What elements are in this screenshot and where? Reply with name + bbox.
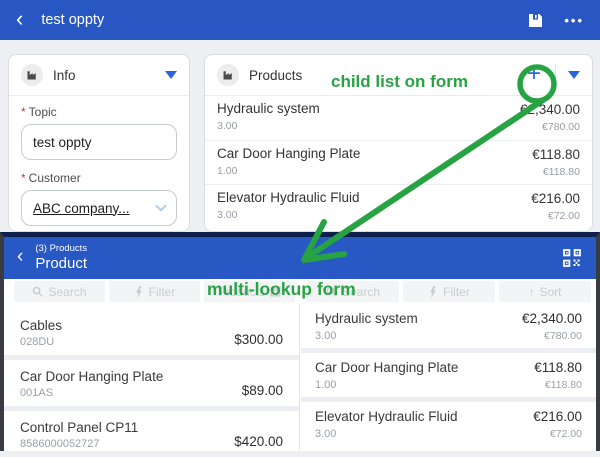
products-panel-title: Products (249, 67, 303, 83)
lookup-toolbar: Search Filter Products Search Filter ↑ S… (4, 279, 596, 304)
search-button[interactable]: Search (307, 281, 399, 302)
list-item[interactable]: Cables 028DU $300.00 (4, 309, 299, 355)
filter-button[interactable]: Filter (109, 281, 200, 302)
customer-value: ABC company... (33, 200, 130, 216)
entity-icon (217, 64, 239, 86)
app-bar: ‹ test oppty ••• (0, 0, 600, 40)
filter-button[interactable]: Filter (403, 281, 495, 302)
back-icon[interactable]: ‹ (16, 8, 23, 30)
more-icon[interactable]: ••• (564, 13, 584, 28)
sort-arrow-icon: ↑ (528, 284, 535, 299)
save-icon[interactable] (527, 12, 544, 29)
lookup-all-products-list: Cables 028DU $300.00 Car Door Hanging Pl… (4, 304, 300, 451)
lookup-subtitle: (3) Products (35, 242, 88, 254)
search-button[interactable]: Search (14, 281, 105, 302)
lookup-title: Product (35, 254, 88, 272)
barcode-scan-icon[interactable] (562, 248, 582, 268)
products-panel-header[interactable]: Products + (205, 55, 592, 96)
page-title: test oppty (41, 12, 105, 28)
sort-button[interactable]: ↑ Sort (499, 281, 591, 302)
list-item[interactable]: Car Door Hanging Plate 001AS $89.00 (4, 355, 299, 406)
list-item[interactable]: Elevator Hydraulic Fluid 3.00 €216.00 €7… (301, 397, 596, 446)
required-mark: * (21, 105, 26, 119)
lookup-selected-products-list: Hydraulic system 3.00 €2,340.00 €780.00 … (301, 304, 596, 451)
products-scan-button[interactable]: Products (204, 281, 295, 302)
list-item[interactable]: Hydraulic system 3.00 €2,340.00 €780.00 (301, 304, 596, 348)
collapse-caret-icon[interactable] (568, 71, 580, 79)
chevron-down-icon (155, 200, 167, 212)
entity-icon (21, 64, 43, 86)
back-icon[interactable]: ‹ (17, 246, 23, 268)
topic-input[interactable]: test oppty (21, 124, 177, 160)
divider (555, 64, 556, 86)
info-panel: Info * Topic test oppty * Customer ABC com… (8, 54, 190, 232)
customer-lookup[interactable]: ABC company... (21, 190, 177, 226)
topic-value: test oppty (33, 134, 92, 150)
topic-label: * Topic (21, 105, 57, 119)
required-mark: * (21, 171, 26, 185)
product-row[interactable]: Car Door Hanging Plate 1.00 €118.80 €118… (205, 140, 592, 184)
multi-lookup-form: ‹ (3) Products Product Search Filter Pro… (0, 232, 600, 451)
collapse-caret-icon[interactable] (165, 71, 177, 79)
add-product-button[interactable]: + (527, 62, 541, 86)
list-item[interactable]: Car Door Hanging Plate 1.00 €118.80 €118… (301, 348, 596, 397)
product-row[interactable]: Hydraulic system 3.00 €2,340.00 €780.00 (205, 96, 592, 140)
product-row[interactable]: Elevator Hydraulic Fluid 3.00 €216.00 €7… (205, 184, 592, 228)
info-panel-title: Info (53, 67, 76, 83)
products-panel: Products + Hydraulic system 3.00 €2,340.… (204, 54, 593, 232)
info-panel-header[interactable]: Info (9, 55, 189, 96)
lookup-header: ‹ (3) Products Product (4, 237, 596, 279)
customer-label: * Customer (21, 171, 81, 185)
list-item[interactable]: Control Panel CP11 8586000052727 $420.00 (4, 406, 299, 457)
